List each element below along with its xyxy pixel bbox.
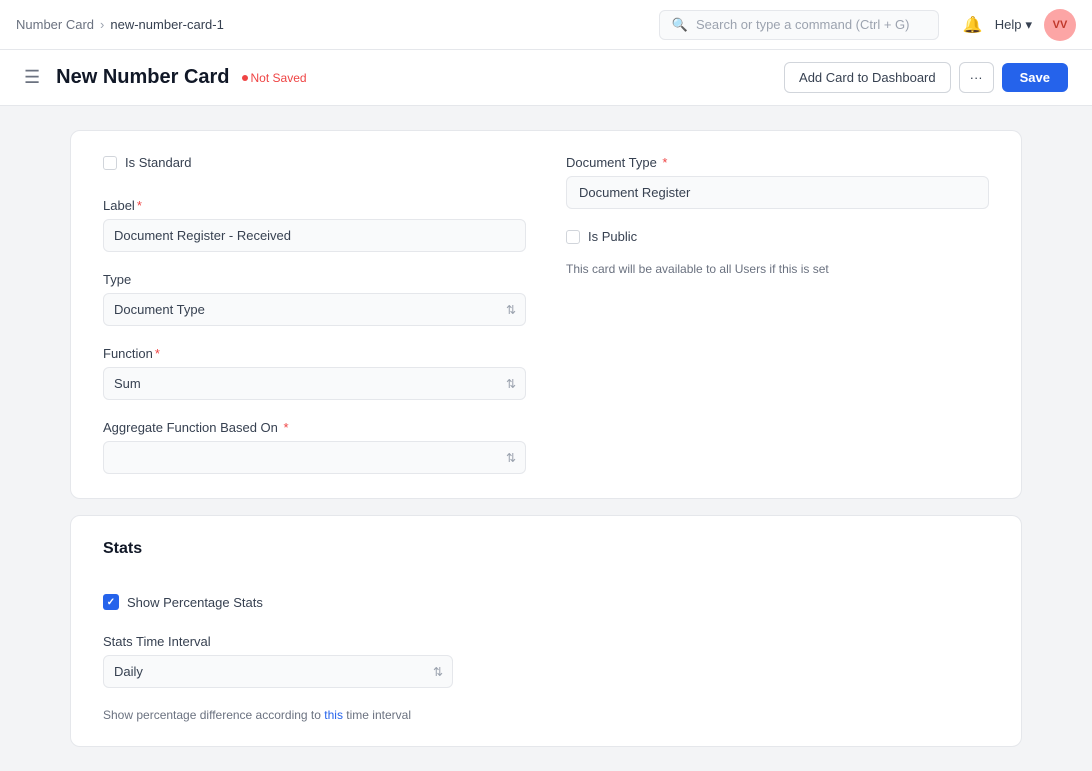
not-saved-dot [242,75,248,81]
aggregate-select-wrapper [103,441,526,474]
not-saved-badge: Not Saved [242,71,307,85]
search-placeholder: Search or type a command (Ctrl + G) [696,17,910,32]
more-options-button[interactable]: ··· [959,62,994,93]
help-button[interactable]: Help ▾ [995,17,1032,33]
form-right-col: Document Type * Document Register Is Pub… [566,155,989,474]
save-button[interactable]: Save [1002,63,1068,92]
is-public-group: Is Public This card will be available to… [566,229,989,276]
help-label: Help [995,17,1022,32]
is-standard-label: Is Standard [125,155,192,170]
show-percentage-row: Show Percentage Stats [103,594,989,610]
avatar[interactable]: VV [1044,9,1076,41]
stats-time-interval-label: Stats Time Interval [103,634,989,649]
show-percentage-label: Show Percentage Stats [127,595,263,610]
hint-link[interactable]: this [324,708,343,722]
is-public-hint: This card will be available to all Users… [566,262,989,276]
stats-time-select-wrapper: Daily [103,655,453,688]
is-public-checkbox[interactable] [566,230,580,244]
page-header: ☰ New Number Card Not Saved Add Card to … [0,50,1092,106]
stats-time-select[interactable]: Daily [103,655,453,688]
show-percentage-checkbox[interactable] [103,594,119,610]
page-title: New Number Card [56,66,229,89]
aggregate-required: * [280,420,289,435]
form-card: Is Standard Label* Type Document Type [70,130,1022,499]
add-card-button[interactable]: Add Card to Dashboard [784,62,951,93]
stats-content: Stats Show Percentage Stats Stats Time I… [103,540,989,722]
function-field-label: Function* [103,346,526,361]
stats-card: Stats Show Percentage Stats Stats Time I… [70,515,1022,747]
is-public-label: Is Public [588,229,637,244]
aggregate-field-group: Aggregate Function Based On * [103,420,526,474]
bell-icon[interactable]: 🔔 [963,15,983,35]
menu-icon[interactable]: ☰ [24,67,40,88]
label-input[interactable] [103,219,526,252]
more-icon: ··· [970,70,983,85]
label-field-label: Label* [103,198,526,213]
breadcrumb: Number Card › new-number-card-1 [16,17,224,32]
not-saved-label: Not Saved [251,71,307,85]
document-type-field-group: Document Type * Document Register [566,155,989,209]
breadcrumb-chevron: › [100,17,104,32]
form-grid: Is Standard Label* Type Document Type [103,155,989,474]
stats-hint-text: Show percentage difference according to … [103,708,989,722]
search-bar[interactable]: 🔍 Search or type a command (Ctrl + G) [659,10,939,40]
top-nav: Number Card › new-number-card-1 🔍 Search… [0,0,1092,50]
header-actions: Add Card to Dashboard ··· Save [784,62,1068,93]
aggregate-select[interactable] [103,441,526,474]
type-field-label: Type [103,272,526,287]
nav-actions: 🔔 Help ▾ VV [963,9,1076,41]
label-required: * [137,198,142,213]
function-field-group: Function* Sum [103,346,526,400]
label-field-group: Label* [103,198,526,252]
chevron-down-icon: ▾ [1025,17,1032,33]
is-standard-checkbox[interactable] [103,156,117,170]
breadcrumb-parent[interactable]: Number Card [16,17,94,32]
stats-title: Stats [103,540,989,558]
function-select-wrapper: Sum [103,367,526,400]
is-public-row: Is Public [566,229,989,244]
document-type-display: Document Register [566,176,989,209]
type-select-wrapper: Document Type [103,293,526,326]
is-standard-row: Is Standard [103,155,526,170]
form-left-col: Is Standard Label* Type Document Type [103,155,526,474]
breadcrumb-child[interactable]: new-number-card-1 [110,17,223,32]
function-select[interactable]: Sum [103,367,526,400]
type-select[interactable]: Document Type [103,293,526,326]
type-field-group: Type Document Type [103,272,526,326]
main-content: Is Standard Label* Type Document Type [46,106,1046,771]
stats-time-interval-group: Stats Time Interval Daily [103,634,989,688]
search-icon: 🔍 [672,17,688,33]
aggregate-field-label: Aggregate Function Based On * [103,420,526,435]
document-type-label: Document Type * [566,155,989,170]
